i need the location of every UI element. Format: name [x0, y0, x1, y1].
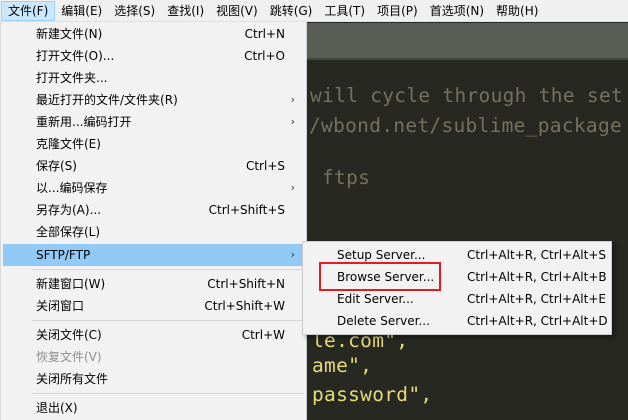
menu-selection[interactable]: 选择(S) [108, 1, 161, 21]
menu-help[interactable]: 帮助(H) [490, 1, 544, 21]
menu-item-shortcut: Ctrl+Shift+W [204, 299, 285, 313]
menu-item-reopen-encoding[interactable]: 重新用...编码打开 › [3, 111, 306, 133]
menu-item-shortcut: Ctrl+W [241, 328, 285, 342]
chevron-right-icon: › [290, 115, 295, 128]
menu-item-label: 保存(S) [36, 159, 77, 173]
menu-item-clone-file[interactable]: 克隆文件(E) [3, 133, 306, 155]
menu-tools[interactable]: 工具(T) [318, 1, 371, 21]
menu-file[interactable]: 文件(F) [1, 0, 56, 21]
menu-item-new-window[interactable]: 新建窗口(W) Ctrl+Shift+N [3, 273, 306, 295]
menu-preferences[interactable]: 首选项(N) [424, 1, 490, 21]
menu-item-close-all-files[interactable]: 关闭所有文件 [3, 368, 306, 390]
menu-goto[interactable]: 跳转(G) [264, 1, 319, 21]
chevron-right-icon: › [290, 93, 295, 106]
menu-item-label: 最近打开的文件/文件夹(R) [36, 93, 178, 107]
menu-separator [32, 393, 304, 394]
menu-item-label: 关闭窗口 [36, 299, 85, 313]
chevron-right-icon: › [290, 248, 295, 261]
editor-tab-bar [306, 23, 628, 58]
menu-item-restore-file: 恢复文件(V) [3, 346, 306, 368]
menu-item-recent[interactable]: 最近打开的文件/文件夹(R) › [3, 89, 306, 111]
menu-separator [32, 269, 304, 270]
submenu-item-shortcut: Ctrl+Alt+R, Ctrl+Alt+B [467, 270, 607, 284]
menu-item-shortcut: Ctrl+O [244, 49, 285, 63]
menu-item-label: 恢复文件(V) [36, 350, 102, 364]
submenu-item-shortcut: Ctrl+Alt+R, Ctrl+Alt+D [467, 314, 608, 328]
menu-item-close-file[interactable]: 关闭文件(C) Ctrl+W [3, 324, 306, 346]
menu-item-open-folder[interactable]: 打开文件夹... [3, 67, 306, 89]
file-menu: 新建文件(N) Ctrl+N 打开文件(O)... Ctrl+O 打开文件夹..… [0, 22, 307, 420]
menu-bar: 文件(F) 编辑(E) 选择(S) 查找(I) 视图(V) 跳转(G) 工具(T… [0, 0, 628, 22]
submenu-item-delete-server[interactable]: Delete Server... Ctrl+Alt+R, Ctrl+Alt+D [305, 310, 609, 332]
menu-project[interactable]: 项目(P) [371, 1, 424, 21]
menu-item-label: 另存为(A)... [36, 203, 102, 217]
menu-item-save-all[interactable]: 全部保存(L) [3, 221, 306, 243]
menu-item-label: 克隆文件(E) [36, 137, 101, 151]
menu-item-new-file[interactable]: 新建文件(N) Ctrl+N [3, 23, 306, 45]
menu-item-open-file[interactable]: 打开文件(O)... Ctrl+O [3, 45, 306, 67]
submenu-item-shortcut: Ctrl+Alt+R, Ctrl+Alt+S [467, 248, 607, 262]
menu-item-label: 退出(X) [36, 401, 78, 415]
menu-item-label: 打开文件夹... [36, 71, 108, 85]
code-line: ftps [322, 166, 371, 189]
menu-separator [32, 320, 304, 321]
menu-item-label: 关闭所有文件 [36, 372, 109, 386]
code-editor[interactable]: will cycle through the set /wbond.net/su… [306, 60, 628, 420]
menu-item-label: 以...编码保存 [36, 181, 108, 195]
menu-item-shortcut: Ctrl+S [245, 159, 285, 173]
code-line: ame", [312, 354, 373, 377]
menu-item-label: 打开文件(O)... [36, 49, 115, 63]
menu-item-shortcut: Ctrl+N [244, 27, 285, 41]
menu-item-label: 关闭文件(C) [36, 328, 102, 342]
menu-item-label: 新建窗口(W) [36, 277, 106, 291]
submenu-item-label: Edit Server... [337, 292, 414, 306]
code-line: /wbond.net/sublime_package [309, 114, 623, 137]
menu-item-close-window[interactable]: 关闭窗口 Ctrl+Shift+W [3, 295, 306, 317]
menu-item-sftp-ftp[interactable]: SFTP/FTP › [3, 244, 306, 266]
menu-item-save-encoding[interactable]: 以...编码保存 › [3, 177, 306, 199]
menu-item-exit[interactable]: 退出(X) [3, 397, 306, 419]
menu-item-shortcut: Ctrl+Shift+S [208, 203, 285, 217]
menu-item-label: 新建文件(N) [36, 27, 103, 41]
submenu-item-edit-server[interactable]: Edit Server... Ctrl+Alt+R, Ctrl+Alt+E [305, 288, 609, 310]
menu-item-label: SFTP/FTP [36, 248, 91, 262]
menu-item-save[interactable]: 保存(S) Ctrl+S [3, 155, 306, 177]
menu-find[interactable]: 查找(I) [161, 1, 210, 21]
code-line: password", [312, 383, 433, 406]
code-line: will cycle through the set [310, 84, 624, 107]
chevron-right-icon: › [290, 181, 295, 194]
menu-item-save-as[interactable]: 另存为(A)... Ctrl+Shift+S [3, 199, 306, 221]
menu-item-label: 重新用...编码打开 [36, 115, 132, 129]
menu-edit[interactable]: 编辑(E) [55, 1, 108, 21]
menu-view[interactable]: 视图(V) [210, 1, 264, 21]
submenu-item-shortcut: Ctrl+Alt+R, Ctrl+Alt+E [467, 292, 606, 306]
menu-item-label: 全部保存(L) [36, 225, 101, 239]
highlight-callout-box [319, 262, 441, 291]
menu-item-shortcut: Ctrl+Shift+N [207, 277, 285, 291]
submenu-item-label: Delete Server... [337, 314, 430, 328]
